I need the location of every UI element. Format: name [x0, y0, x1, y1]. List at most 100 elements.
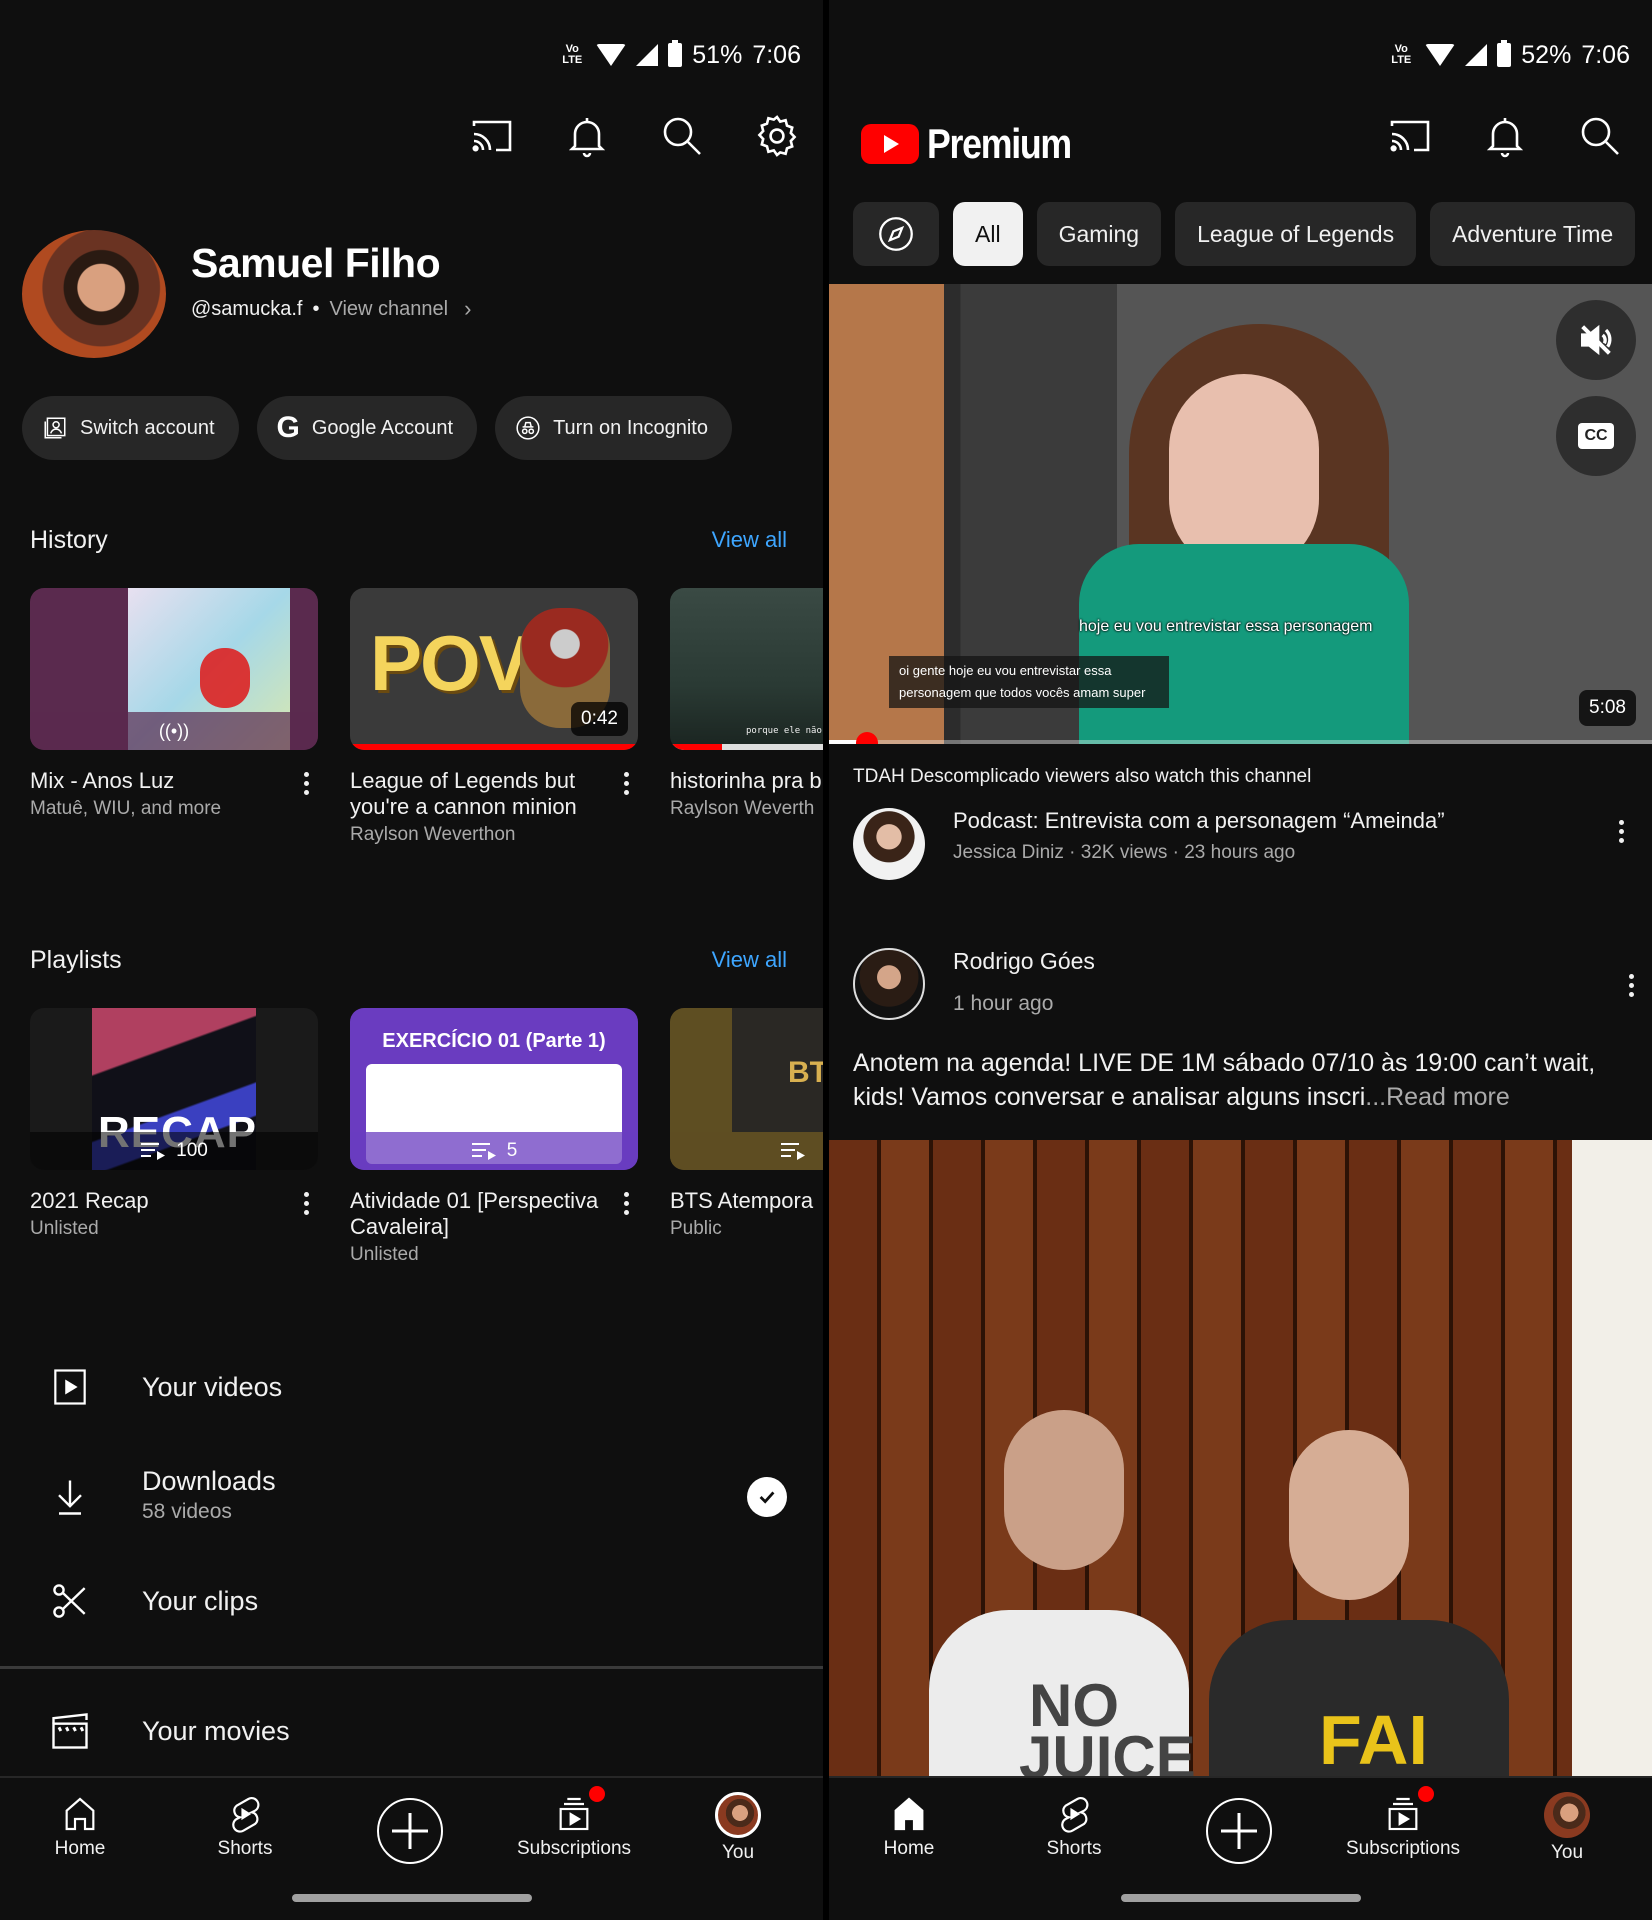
signal-icon	[636, 44, 659, 66]
history-card[interactable]: POV 0:42 League of Legends but you're a …	[350, 588, 638, 846]
playlist-thumbnail[interactable]: RECAP 100	[30, 1008, 318, 1170]
nav-shorts[interactable]: Shorts	[170, 1794, 320, 1860]
playlist-thumbnail[interactable]: EXERCÍCIO 01 (Parte 1) 5	[350, 1008, 638, 1170]
search-icon[interactable]	[1576, 112, 1624, 160]
history-shelf: ((•)) Mix - Anos Luz Matuê, WIU, and mor…	[30, 588, 823, 846]
create-button[interactable]	[377, 1798, 443, 1864]
mute-button[interactable]	[1556, 300, 1636, 380]
explore-button[interactable]	[853, 202, 939, 266]
playlist-thumbnail[interactable]: BT	[670, 1008, 823, 1170]
more-options-icon[interactable]	[1609, 816, 1633, 846]
video-meta: Jessica Diniz · 32K views · 23 hours ago	[953, 842, 1296, 863]
menu-label: Your clips	[142, 1585, 259, 1616]
video-duration: 0:42	[571, 702, 628, 736]
playlists-view-all[interactable]: View all	[712, 947, 787, 973]
search-icon[interactable]	[658, 112, 706, 160]
playlist-count-bar: 100	[30, 1132, 318, 1170]
thumbnail-text: EXERCÍCIO 01 (Parte 1)	[382, 1030, 606, 1052]
gesture-home-bar[interactable]	[1120, 1894, 1361, 1902]
scissors-icon	[48, 1579, 92, 1623]
incognito-button[interactable]: Turn on Incognito	[495, 396, 732, 460]
post-author[interactable]: Rodrigo Góes	[953, 948, 1095, 975]
autoplay-video[interactable]: CC hoje eu vou entrevistar essa personag…	[829, 284, 1652, 744]
history-heading: History	[30, 526, 108, 554]
watch-progress	[670, 744, 722, 750]
clapperboard-icon	[48, 1709, 92, 1753]
video-duration: 5:08	[1579, 690, 1636, 726]
menu-your-movies[interactable]: Your movies	[0, 1686, 823, 1776]
video-channel: Raylson Weverth	[670, 798, 815, 819]
more-options-icon[interactable]	[614, 1188, 638, 1218]
playlist-card[interactable]: EXERCÍCIO 01 (Parte 1) 5 Atividade 01 [P…	[350, 1008, 638, 1266]
cast-icon[interactable]	[1386, 112, 1434, 160]
nav-home[interactable]: Home	[5, 1794, 155, 1860]
video-thumbnail[interactable]: porque ele não s	[670, 588, 823, 750]
filter-chip-adventure-time[interactable]: Adventure Time	[1430, 202, 1636, 266]
playlist-card[interactable]: RECAP 100 2021 Recap Unlisted	[30, 1008, 318, 1266]
profile-avatar[interactable]	[22, 230, 166, 358]
bottom-navigation: Home Shorts Subscriptions You	[829, 1776, 1652, 1920]
shorts-icon	[232, 1797, 260, 1833]
you-page-panel: Vo LTE 51% 7:06 Samuel Filho @samucka.f •…	[0, 0, 823, 1920]
recommended-video[interactable]: Podcast: Entrevista com a personagem “Am…	[853, 808, 1633, 888]
filter-chip-gaming[interactable]: Gaming	[1036, 202, 1162, 266]
ellipsis: ...	[1365, 1083, 1387, 1111]
more-options-icon[interactable]	[294, 1188, 318, 1218]
nav-you[interactable]: You	[663, 1792, 813, 1864]
playlist-icon	[471, 1143, 496, 1160]
video-thumbnail[interactable]: ((•))	[30, 588, 318, 750]
read-more-link[interactable]: Read more	[1386, 1083, 1510, 1111]
video-progress-track[interactable]	[829, 740, 1652, 744]
nav-home[interactable]: Home	[834, 1794, 984, 1860]
switch-account-button[interactable]: Switch account	[22, 396, 239, 460]
post-text: Anotem na agenda! LIVE DE 1M sábado 07/1…	[853, 1046, 1643, 1114]
nav-shorts[interactable]: Shorts	[999, 1794, 1149, 1860]
video-channel: Raylson Weverthon	[350, 824, 516, 845]
nav-label: Subscriptions	[516, 1838, 632, 1859]
shorts-icon	[1061, 1797, 1089, 1833]
more-options-icon[interactable]	[614, 768, 638, 798]
bell-icon[interactable]	[1481, 112, 1529, 160]
playlist-icon	[781, 1143, 805, 1160]
burned-caption: hoje eu vou entrevistar essa personagem	[1079, 618, 1373, 635]
history-card[interactable]: ((•)) Mix - Anos Luz Matuê, WIU, and mor…	[30, 588, 318, 846]
battery-percent: 51%	[692, 40, 743, 69]
menu-label: Downloads	[142, 1466, 276, 1496]
captions-button[interactable]: CC	[1556, 396, 1636, 476]
author-avatar[interactable]	[853, 948, 925, 1020]
cc-icon: CC	[1578, 423, 1614, 449]
nav-label: Home	[883, 1838, 935, 1859]
cast-icon[interactable]	[468, 112, 516, 160]
home-icon	[65, 1797, 95, 1831]
channel-avatar[interactable]	[853, 808, 925, 880]
more-options-icon[interactable]	[294, 768, 318, 798]
mix-radio-icon: ((•))	[158, 720, 190, 741]
history-view-all[interactable]: View all	[712, 527, 787, 553]
gear-icon[interactable]	[753, 112, 801, 160]
filter-chip-all[interactable]: All	[953, 202, 1023, 266]
incognito-label: Turn on Incognito	[553, 416, 708, 439]
nav-subscriptions[interactable]: Subscriptions	[499, 1786, 649, 1860]
menu-downloads[interactable]: Downloads 58 videos	[0, 1452, 823, 1542]
create-button[interactable]	[1206, 1798, 1272, 1864]
bell-icon[interactable]	[563, 112, 611, 160]
video-thumbnail[interactable]: POV 0:42	[350, 588, 638, 750]
scrubber-handle[interactable]	[855, 732, 878, 744]
nav-you[interactable]: You	[1492, 1792, 1642, 1864]
chevron-right-icon: ›	[464, 296, 472, 321]
menu-your-videos[interactable]: Your videos	[0, 1342, 823, 1432]
view-channel-link[interactable]: View channel	[329, 298, 448, 321]
post-image[interactable]: NO JUICE FAI	[829, 1140, 1652, 1776]
youtube-premium-logo[interactable]: Premium	[861, 120, 1096, 168]
filter-chip-league-of-legends[interactable]: League of Legends	[1175, 202, 1417, 266]
nav-subscriptions[interactable]: Subscriptions	[1328, 1786, 1478, 1860]
menu-your-clips[interactable]: Your clips	[0, 1556, 823, 1646]
status-bar: Vo LTE 51% 7:06	[558, 38, 801, 72]
playlist-title: BTS Atempora	[670, 1188, 814, 1213]
status-bar: Vo LTE 52% 7:06	[1387, 38, 1630, 72]
gesture-home-bar[interactable]	[291, 1894, 532, 1902]
history-card[interactable]: porque ele não s historinha pra b Raylso…	[670, 588, 823, 846]
more-options-icon[interactable]	[1619, 970, 1643, 1000]
playlist-card[interactable]: BT BTS Atempora Public	[670, 1008, 823, 1266]
google-account-button[interactable]: G Google Account	[256, 396, 478, 460]
